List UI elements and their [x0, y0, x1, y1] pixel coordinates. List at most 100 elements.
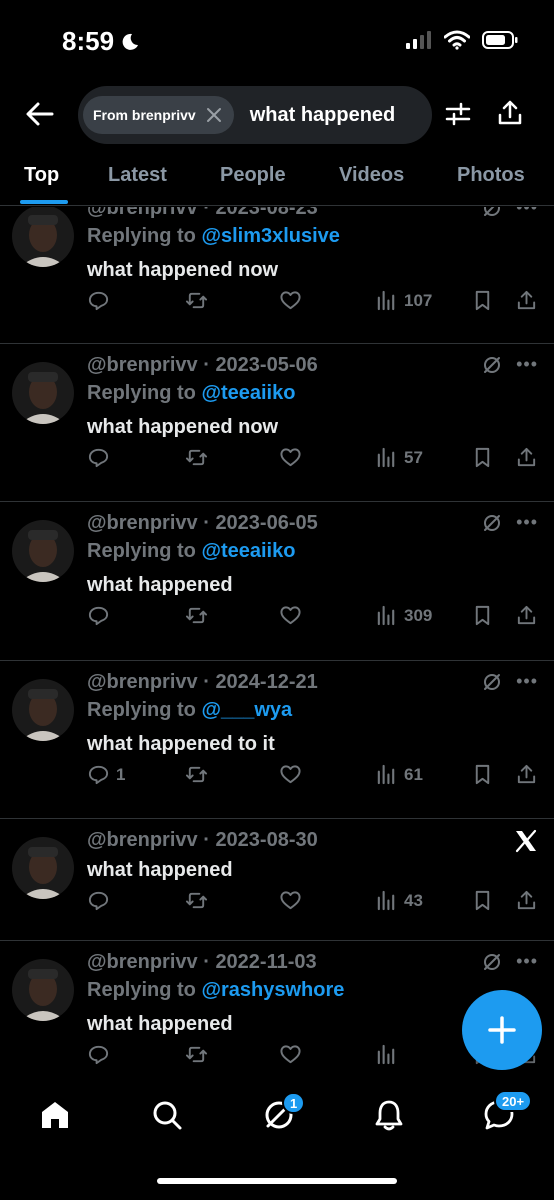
- like-button[interactable]: [279, 604, 302, 627]
- retweet-button[interactable]: [185, 763, 208, 786]
- filter-sliders-icon[interactable]: [444, 100, 472, 128]
- reply-mention-link[interactable]: @rashyswhore: [201, 979, 344, 1001]
- more-options-icon[interactable]: •••: [516, 951, 538, 972]
- tab-videos[interactable]: Videos: [339, 164, 404, 187]
- reply-icon: [88, 606, 109, 626]
- views-button[interactable]: 57: [375, 446, 423, 469]
- search-query-text[interactable]: what happened: [250, 104, 396, 127]
- reply-button[interactable]: [87, 1043, 116, 1066]
- tab-people[interactable]: People: [220, 164, 286, 187]
- tweet-header[interactable]: @brenprivv · 2022-11-03: [87, 951, 317, 974]
- tweet-header[interactable]: @brenprivv · 2023-08-30: [87, 829, 318, 852]
- like-button[interactable]: [279, 889, 302, 912]
- retweet-button[interactable]: [185, 1043, 208, 1066]
- messages-nav-item[interactable]: 20+: [482, 1090, 533, 1132]
- user-handle[interactable]: @brenprivv: [87, 829, 198, 851]
- views-button[interactable]: 107: [375, 289, 432, 312]
- share-button[interactable]: [515, 289, 538, 312]
- views-button[interactable]: 309: [375, 604, 432, 627]
- reply-button[interactable]: [87, 289, 116, 312]
- grok-icon[interactable]: [482, 513, 502, 533]
- avatar[interactable]: [12, 679, 74, 741]
- tweet[interactable]: @brenprivv · 2023-06-05 Replying to @tee…: [0, 502, 554, 661]
- tab-top[interactable]: Top: [24, 164, 59, 187]
- reply-mention-link[interactable]: @slim3xlusive: [201, 225, 339, 247]
- grok-icon[interactable]: [482, 355, 502, 375]
- retweet-button[interactable]: [185, 289, 208, 312]
- like-button[interactable]: [279, 446, 302, 469]
- views-button[interactable]: 43: [375, 889, 423, 912]
- reply-mention-link[interactable]: @teeaiiko: [201, 382, 295, 404]
- tweet[interactable]: @brenprivv · 2023-08-23 Replying to @sli…: [0, 207, 554, 344]
- bookmark-button[interactable]: [471, 446, 494, 469]
- home-icon[interactable]: [38, 1098, 72, 1132]
- grok-icon[interactable]: [482, 672, 502, 692]
- retweet-button[interactable]: [185, 889, 208, 912]
- user-handle[interactable]: @brenprivv: [87, 207, 198, 219]
- replying-to-label: Replying to: [87, 699, 196, 721]
- replying-to-label: Replying to: [87, 382, 196, 404]
- like-button[interactable]: [279, 1043, 302, 1066]
- tweet-header[interactable]: @brenprivv · 2024-12-21: [87, 671, 318, 694]
- share-button[interactable]: [515, 604, 538, 627]
- more-options-icon[interactable]: •••: [516, 207, 538, 218]
- retweet-button[interactable]: [185, 446, 208, 469]
- like-button[interactable]: [279, 763, 302, 786]
- reply-button[interactable]: [87, 446, 116, 469]
- bell-icon[interactable]: [372, 1098, 406, 1132]
- tweet[interactable]: @brenprivv · 2023-08-30 what happened 43: [0, 819, 554, 941]
- search-bar[interactable]: From brenprivv what happened: [78, 86, 432, 144]
- tweet-header[interactable]: @brenprivv · 2023-08-23: [87, 207, 318, 220]
- view-count: 309: [404, 605, 433, 625]
- tab-latest[interactable]: Latest: [108, 164, 167, 187]
- reply-button[interactable]: [87, 889, 116, 912]
- grok-nav-item[interactable]: 1: [262, 1092, 306, 1132]
- share-button[interactable]: [515, 446, 538, 469]
- search-results-feed[interactable]: @brenprivv · 2023-08-23 Replying to @sli…: [0, 207, 554, 1070]
- close-icon[interactable]: [206, 107, 222, 123]
- share-icon: [517, 447, 536, 467]
- user-handle[interactable]: @brenprivv: [87, 354, 198, 376]
- more-options-icon[interactable]: •••: [516, 512, 538, 533]
- avatar[interactable]: [12, 362, 74, 424]
- like-button[interactable]: [279, 289, 302, 312]
- more-options-icon[interactable]: •••: [516, 354, 538, 375]
- tweet-top-icons: •••: [482, 354, 538, 375]
- bookmark-button[interactable]: [471, 289, 494, 312]
- grok-icon[interactable]: [482, 952, 502, 972]
- reply-count: 1: [116, 764, 126, 784]
- share-button[interactable]: [515, 889, 538, 912]
- share-button[interactable]: [515, 763, 538, 786]
- reply-mention-link[interactable]: @___wya: [201, 699, 292, 721]
- tweet[interactable]: @brenprivv · 2024-12-21 Replying to @___…: [0, 661, 554, 819]
- back-arrow-icon[interactable]: [24, 98, 56, 130]
- tweet-header[interactable]: @brenprivv · 2023-06-05: [87, 512, 318, 535]
- retweet-button[interactable]: [185, 604, 208, 627]
- user-handle[interactable]: @brenprivv: [87, 671, 198, 693]
- views-button[interactable]: [375, 1043, 404, 1066]
- reply-icon: [88, 291, 109, 311]
- reply-mention-link[interactable]: @teeaiiko: [201, 540, 295, 562]
- tab-photos[interactable]: Photos: [457, 164, 525, 187]
- reply-button[interactable]: 1: [87, 763, 125, 786]
- avatar[interactable]: [12, 207, 74, 267]
- bookmark-button[interactable]: [471, 889, 494, 912]
- avatar[interactable]: [12, 837, 74, 899]
- bookmark-button[interactable]: [471, 763, 494, 786]
- bookmark-button[interactable]: [471, 604, 494, 627]
- avatar[interactable]: [12, 520, 74, 582]
- share-icon[interactable]: [496, 99, 524, 127]
- reply-button[interactable]: [87, 604, 116, 627]
- views-button[interactable]: 61: [375, 763, 423, 786]
- avatar[interactable]: [12, 959, 74, 1021]
- search-icon[interactable]: [150, 1098, 184, 1132]
- from-user-chip[interactable]: From brenprivv: [83, 96, 234, 134]
- more-options-icon[interactable]: •••: [516, 671, 538, 692]
- tweet-header[interactable]: @brenprivv · 2023-05-06: [87, 354, 318, 377]
- user-handle[interactable]: @brenprivv: [87, 951, 198, 973]
- grok-icon[interactable]: [482, 207, 502, 218]
- share-icon: [517, 605, 536, 625]
- compose-post-button[interactable]: [462, 990, 542, 1070]
- tweet[interactable]: @brenprivv · 2023-05-06 Replying to @tee…: [0, 344, 554, 502]
- user-handle[interactable]: @brenprivv: [87, 512, 198, 534]
